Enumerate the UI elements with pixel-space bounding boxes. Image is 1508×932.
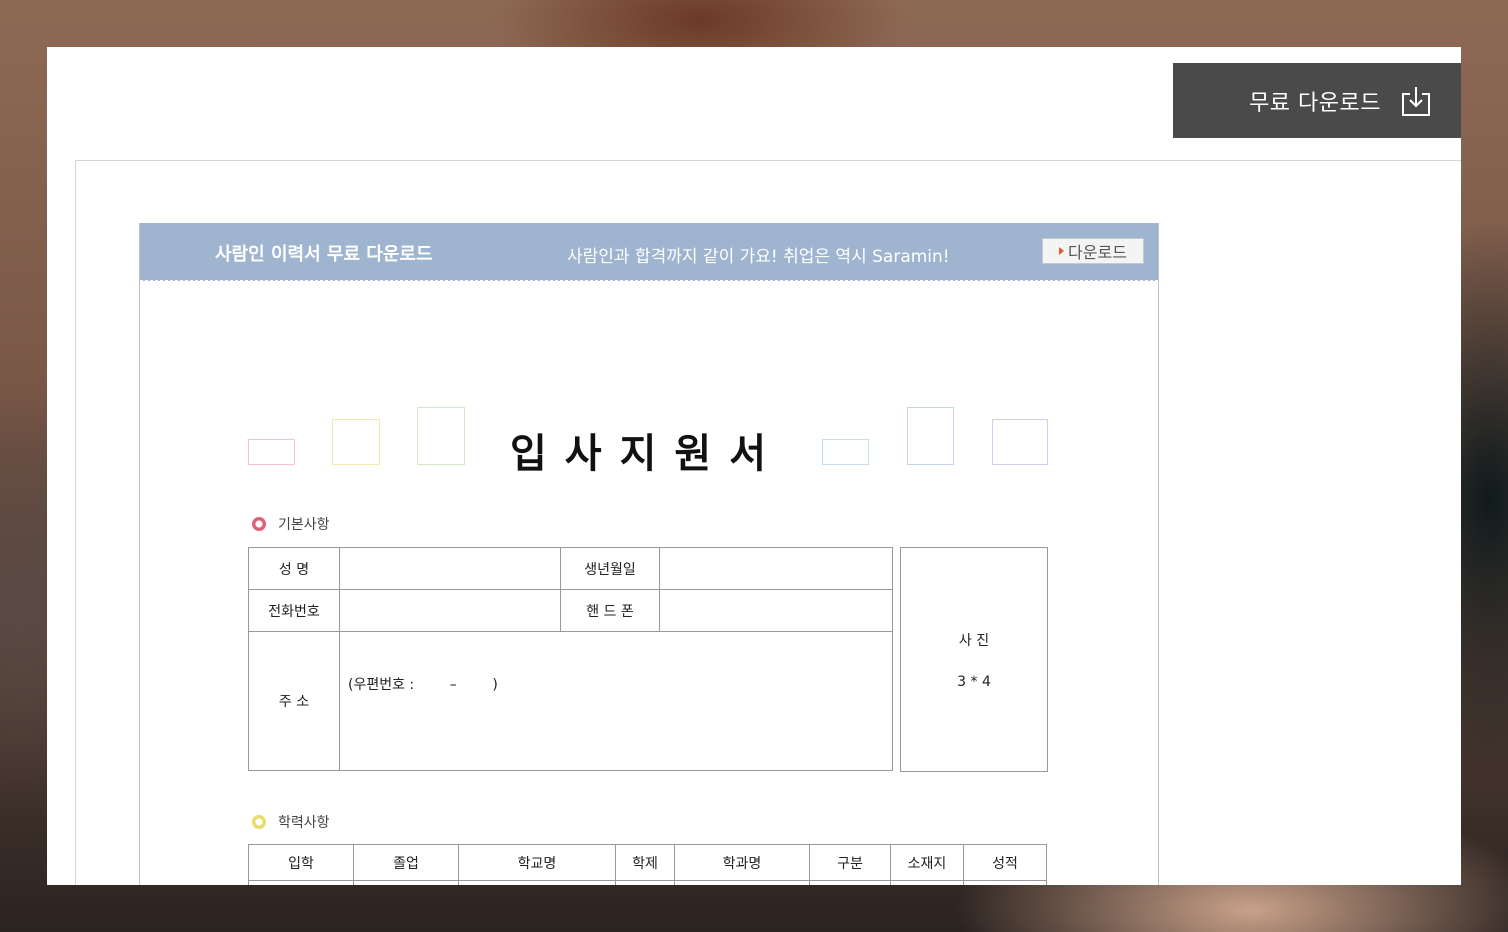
- basic-section-heading: 기본사항: [252, 514, 330, 534]
- form-title: 입사지원서: [510, 431, 784, 477]
- basic-section-label: 기본사항: [278, 517, 330, 533]
- main-panel: 무료 다운로드 사람인 이력서 무료 다운로드 사람인과 합격까지 같이 가요!…: [47, 47, 1461, 885]
- bullet-icon: [252, 815, 266, 829]
- education-cell[interactable]: [963, 880, 1047, 885]
- education-cell[interactable]: [890, 880, 964, 885]
- postal-code-label: (우편번호 : – ): [348, 677, 498, 693]
- address-field[interactable]: (우편번호 : – ): [339, 631, 893, 771]
- education-section-label: 학력사항: [278, 815, 330, 831]
- banner-download-button[interactable]: 다운로드: [1042, 238, 1144, 264]
- education-cell[interactable]: [674, 880, 810, 885]
- education-header: 입학: [248, 844, 354, 881]
- education-header: 졸업: [353, 844, 459, 881]
- name-field[interactable]: [339, 547, 561, 590]
- phone-label: 전화번호: [248, 589, 340, 632]
- education-cell[interactable]: [615, 880, 675, 885]
- education-cell[interactable]: [353, 880, 459, 885]
- education-cell[interactable]: [809, 880, 891, 885]
- education-table: 입학 졸업 학교명 학제 학과명 구분 소재지 성적: [248, 844, 1047, 885]
- name-label: 성 명: [248, 547, 340, 590]
- banner-title: 사람인 이력서 무료 다운로드: [215, 244, 433, 265]
- education-section-heading: 학력사항: [252, 812, 330, 832]
- decor-box: [417, 407, 465, 465]
- mobile-label: 핸 드 폰: [560, 589, 660, 632]
- address-label: 주 소: [248, 631, 340, 771]
- decor-box: [248, 439, 295, 465]
- education-header: 학교명: [458, 844, 616, 881]
- education-cell[interactable]: [458, 880, 616, 885]
- decor-box: [822, 439, 869, 465]
- bullet-icon: [252, 517, 266, 531]
- education-header: 학과명: [674, 844, 810, 881]
- download-icon: [1399, 84, 1433, 118]
- free-download-button[interactable]: 무료 다운로드: [1173, 63, 1461, 138]
- birth-field[interactable]: [659, 547, 893, 590]
- education-header: 학제: [615, 844, 675, 881]
- decor-box: [907, 407, 954, 465]
- education-header: 소재지: [890, 844, 964, 881]
- basic-info-table: 성 명 생년월일 전화번호 핸 드 폰 주 소 (우편번호 : – ): [248, 547, 893, 771]
- photo-label: 사 진: [958, 632, 990, 649]
- phone-field[interactable]: [339, 589, 561, 632]
- play-arrow-icon: [1059, 247, 1065, 255]
- photo-box: 사 진 3 * 4: [900, 547, 1048, 772]
- education-cell[interactable]: [248, 880, 354, 885]
- resume-banner: 사람인 이력서 무료 다운로드 사람인과 합격까지 같이 가요! 취업은 역시 …: [140, 223, 1158, 281]
- mobile-field[interactable]: [659, 589, 893, 632]
- banner-tagline: 사람인과 합격까지 같이 가요! 취업은 역시 Saramin!: [567, 247, 950, 267]
- resume-preview: 사람인 이력서 무료 다운로드 사람인과 합격까지 같이 가요! 취업은 역시 …: [139, 223, 1159, 885]
- education-header: 구분: [809, 844, 891, 881]
- free-download-label: 무료 다운로드: [1249, 90, 1381, 116]
- photo-size: 3 * 4: [957, 673, 991, 690]
- decor-box: [332, 419, 380, 465]
- birth-label: 생년월일: [560, 547, 660, 590]
- education-header: 성적: [963, 844, 1047, 881]
- banner-download-label: 다운로드: [1068, 243, 1127, 262]
- decor-box: [992, 419, 1048, 465]
